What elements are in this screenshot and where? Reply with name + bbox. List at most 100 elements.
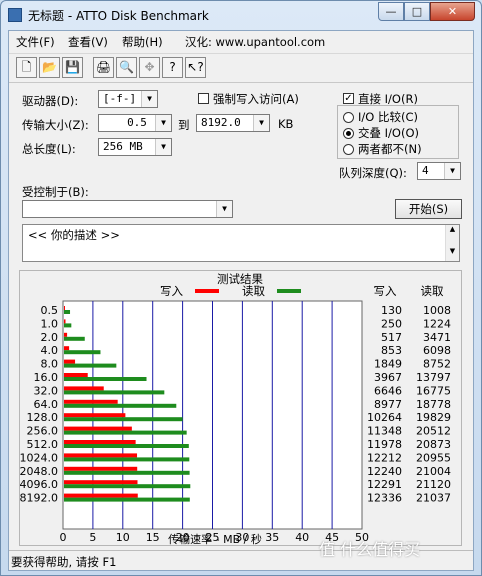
description-scrollbar[interactable]: ▲ ▼ [445,225,459,261]
scroll-down-icon[interactable]: ▼ [446,247,459,255]
write-column-header: 写入 [374,284,397,298]
force-write-label: 强制写入访问(A) [213,92,299,106]
read-value: 21120 [416,478,451,491]
print-icon[interactable]: 🖨 [93,57,114,78]
transfer-to-label: 到 [178,118,190,132]
overlapped-io-label: 交叠 I/O(O) [358,126,419,140]
description-field[interactable]: << 你的描述 >> ▲ ▼ [22,224,460,262]
client-area: 文件(F) 查看(V) 帮助(H) 汉化: www.upantool.com 🗋… [8,30,474,571]
category-label: 32.0 [34,384,59,397]
write-value: 8977 [374,398,402,411]
read-value: 18778 [416,398,451,411]
write-bar [64,453,138,458]
x-tick-label: 10 [116,531,130,544]
print-preview-icon[interactable]: 🔍 [116,57,137,78]
read-bar [64,310,71,314]
read-value: 8752 [423,358,451,371]
write-value: 11978 [367,438,402,451]
category-label: 64.0 [34,398,59,411]
total-length-label: 总长度(L): [22,142,76,156]
read-value: 20873 [416,438,451,451]
chevron-down-icon: ▼ [155,139,171,155]
title-bar[interactable]: 无标题 - ATTO Disk Benchmark — □ ✕ [1,1,481,30]
scroll-up-icon[interactable]: ▲ [446,225,459,233]
transfer-from-value: 0.5 [127,116,147,129]
read-value: 21004 [416,465,451,478]
x-tick-label: 35 [265,531,279,544]
status-text: 要获得帮助, 请按 F1 [11,555,117,569]
write-bar [64,359,76,364]
write-value: 1849 [374,358,402,371]
queue-depth-select[interactable]: 4 ▼ [417,162,461,180]
category-label: 8192.0 [20,492,58,505]
write-value: 12240 [367,465,402,478]
save-icon[interactable]: 💾 [62,57,83,78]
write-value: 3967 [374,371,402,384]
new-document-icon[interactable]: 🗋 [16,57,37,78]
menu-bar: 文件(F) 查看(V) 帮助(H) 汉化: www.upantool.com [9,31,473,51]
io-compare-radio[interactable] [343,112,354,123]
write-value: 517 [381,331,402,344]
write-value: 10264 [367,411,402,424]
write-bar [64,319,66,324]
category-label: 128.0 [27,411,59,424]
write-legend-swatch [195,289,219,293]
read-column-header: 读取 [421,284,444,298]
open-folder-icon[interactable]: 📂 [39,57,60,78]
read-value: 20955 [416,451,451,464]
transfer-unit-label: KB [278,117,294,131]
neither-radio[interactable] [343,144,354,155]
drive-select[interactable]: [-f-] ▼ [98,90,158,108]
window-title: 无标题 - ATTO Disk Benchmark [28,9,209,23]
read-value: 21037 [416,492,451,505]
queue-depth-value: 4 [422,164,429,177]
overlapped-io-radio[interactable] [343,128,354,139]
direct-io-checkbox[interactable]: ✓ [343,93,354,104]
read-bar [64,377,147,381]
context-help-icon[interactable]: ↖? [185,57,206,78]
read-bar [64,497,190,502]
start-button[interactable]: 开始(S) [395,199,462,219]
menu-file[interactable]: 文件(F) [16,34,55,50]
move-icon[interactable]: ✥ [139,57,160,78]
maximize-button[interactable]: □ [404,2,430,21]
transfer-to-value: 8192.0 [201,116,241,129]
menu-view[interactable]: 查看(V) [68,34,108,50]
transfer-to-select[interactable]: 8192.0 ▼ [196,114,270,132]
neither-label: 两者都不(N) [358,142,422,156]
write-bar [64,480,138,485]
help-icon[interactable]: ? [162,57,183,78]
write-bar [64,373,88,377]
close-button[interactable]: ✕ [430,2,475,21]
results-chart: 测试结果 写入 读取 写入 读取 0.51.02.04.08.016.032.0… [20,272,451,545]
io-compare-label: I/O 比较(C) [358,110,418,124]
write-value: 12291 [367,478,402,491]
read-legend-swatch [277,289,301,293]
write-bar [64,466,138,471]
read-value: 20512 [416,425,451,438]
x-tick-label: 5 [89,531,96,544]
read-bar [64,403,177,408]
chevron-down-icon: ▼ [141,91,157,107]
io-mode-group: I/O 比较(C) 交叠 I/O(O) 两者都不(N) [337,105,459,159]
menu-help[interactable]: 帮助(H) [122,34,163,50]
category-label: 16.0 [34,371,59,384]
controlled-by-select[interactable]: ▼ [22,200,233,218]
transfer-from-select[interactable]: 0.5 ▼ [98,114,172,132]
read-bar [64,470,190,475]
read-legend-label: 读取 [242,284,265,298]
menu-localization[interactable]: 汉化: www.upantool.com [185,34,325,50]
description-text: << 你的描述 >> [28,228,120,242]
watermark: 值 什么值得买 [319,540,421,559]
write-value: 853 [381,344,402,357]
force-write-checkbox[interactable] [198,93,209,104]
category-label: 8.0 [41,358,59,371]
write-bar [64,332,68,337]
write-legend-label: 写入 [160,284,183,298]
category-label: 1.0 [41,317,59,330]
minimize-button[interactable]: — [378,2,404,21]
total-length-select[interactable]: 256 MB ▼ [98,138,172,156]
results-panel: 测试结果 写入 读取 写入 读取 0.5 1.0 2.0 4.0 8.0 16.0 32.0… [19,270,462,546]
x-axis-label: 传输速率 - MB / 秒 [168,532,262,545]
x-tick-label: 15 [146,531,160,544]
